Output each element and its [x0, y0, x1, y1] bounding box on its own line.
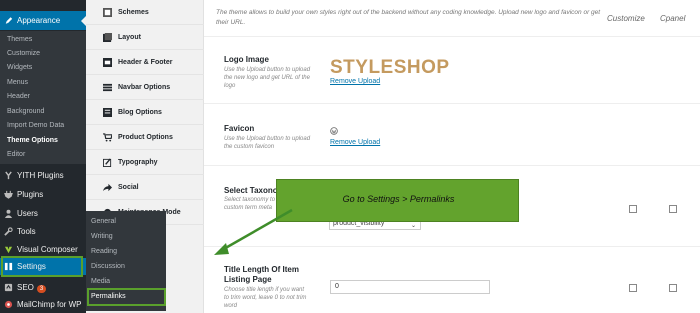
pointer-arrow-icon: [214, 208, 293, 255]
screen: Appearance Themes Customize Widgets Menu…: [0, 0, 700, 313]
